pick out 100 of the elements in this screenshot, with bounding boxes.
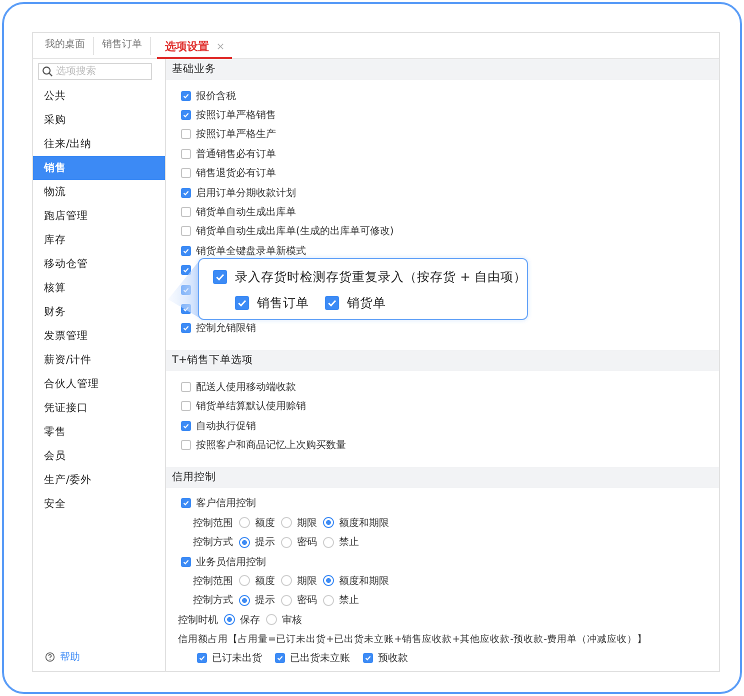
radio-label: 密码 <box>297 594 317 608</box>
option-label: 销售订单 <box>257 294 309 312</box>
sidebar-item[interactable]: 生产/委外 <box>33 468 165 492</box>
checkbox[interactable] <box>181 498 191 508</box>
option-label: 已出货未立账 <box>290 652 350 666</box>
checkbox[interactable] <box>181 148 191 159</box>
radio-label: 审核 <box>282 614 302 627</box>
radio-label: 期限 <box>297 574 317 588</box>
option-label: 按照订单严格生产 <box>196 128 276 142</box>
option-label: 按照订单严格销售 <box>196 108 276 122</box>
radio-button[interactable] <box>239 575 250 586</box>
sidebar-item[interactable]: 公共 <box>33 84 165 108</box>
radio-button[interactable] <box>323 594 334 606</box>
sidebar-item[interactable]: 移动仓管 <box>33 252 165 276</box>
radio-label: 保存 <box>240 614 260 627</box>
radio-button[interactable] <box>281 517 292 528</box>
option-label: 控制方式 <box>193 536 233 550</box>
sidebar-item[interactable]: 薪资/计件 <box>33 348 165 372</box>
tab[interactable]: 销售订单 <box>94 37 151 55</box>
checkbox[interactable] <box>181 110 191 120</box>
radio-button[interactable] <box>281 536 292 548</box>
section-header: 基础业务 <box>166 59 719 80</box>
option-label: 控制范围 <box>193 516 233 530</box>
option-label: 控制方式 <box>193 594 233 608</box>
option-label: 自动执行促销 <box>196 420 256 433</box>
radio-label: 禁止 <box>339 594 359 608</box>
radio-label: 额度和期限 <box>339 516 389 530</box>
sidebar-item[interactable]: 物流 <box>33 180 165 204</box>
option-label: 启用订单分期收款计划 <box>196 186 296 200</box>
radio-button[interactable] <box>224 614 235 626</box>
option-label: 控制范围 <box>193 574 233 588</box>
checkbox[interactable] <box>213 270 227 284</box>
option-label: 控制允销限销 <box>196 322 256 336</box>
option-label: 配送人使用移动端收款 <box>196 380 296 394</box>
sidebar-item[interactable]: 发票管理 <box>33 324 165 348</box>
checkbox[interactable] <box>181 401 191 412</box>
option-label: 销货单全键盘录单新模式 <box>196 244 306 258</box>
checkbox[interactable] <box>181 420 191 431</box>
sidebar-item[interactable]: 财务 <box>33 300 165 324</box>
option-label: 报价含税 <box>196 90 236 103</box>
checkbox[interactable] <box>181 168 191 178</box>
checkmark-icon <box>236 297 248 309</box>
sidebar-item[interactable]: 会员 <box>33 444 165 468</box>
radio-button[interactable] <box>323 575 334 586</box>
option-label: 已订未出货 <box>212 652 262 666</box>
checkbox[interactable] <box>181 382 191 392</box>
checkbox[interactable] <box>181 440 191 450</box>
radio-label: 提示 <box>255 594 275 608</box>
checkbox[interactable] <box>325 296 339 310</box>
option-label: 普通销售必有订单 <box>196 148 276 161</box>
option-label: 销货单自动生成出库单 <box>196 206 296 220</box>
radio-label: 额度 <box>255 516 275 530</box>
checkmark-icon <box>326 297 338 309</box>
checkbox[interactable] <box>197 653 207 664</box>
sidebar-item[interactable]: 往来/出纳 <box>33 132 165 156</box>
option-label: 预收款 <box>378 652 408 666</box>
checkbox[interactable] <box>181 207 191 218</box>
checkbox[interactable] <box>363 653 373 664</box>
sidebar-item[interactable]: 采购 <box>33 108 165 132</box>
checkbox[interactable] <box>181 90 191 101</box>
sidebar-item[interactable]: 凭证接口 <box>33 396 165 420</box>
help-icon <box>45 652 55 662</box>
section-header: 信用控制 <box>166 466 719 488</box>
option-label: 按照客户和商品记忆上次购买数量 <box>196 438 346 452</box>
tab[interactable]: 我的桌面 <box>37 37 94 55</box>
sidebar-item[interactable]: 跑店管理 <box>33 204 165 228</box>
option-label: 销货单结算默认使用赊销 <box>196 400 306 414</box>
sidebar-item[interactable]: 合伙人管理 <box>33 372 165 396</box>
radio-label: 禁止 <box>339 536 359 550</box>
radio-label: 额度 <box>255 574 275 588</box>
checkbox[interactable] <box>181 556 191 566</box>
radio-label: 期限 <box>297 516 317 530</box>
radio-button[interactable] <box>266 614 277 626</box>
checkbox[interactable] <box>275 653 285 664</box>
checkbox[interactable] <box>181 265 191 276</box>
sidebar-item[interactable]: 核算 <box>33 276 165 300</box>
radio-button[interactable] <box>239 536 250 548</box>
note-text: 信用额占用【占用量=已订未出货+已出货未立账+销售应收款+其他应收款-预收款-费用单（冲减应收）】 <box>178 632 648 646</box>
radio-button[interactable] <box>323 536 334 548</box>
checkbox[interactable] <box>181 226 191 236</box>
radio-label: 额度和期限 <box>339 574 389 588</box>
option-label: 销货单 <box>347 294 386 312</box>
radio-button[interactable] <box>323 517 334 528</box>
checkbox[interactable] <box>235 296 249 310</box>
checkbox[interactable] <box>181 323 191 334</box>
checkbox[interactable] <box>181 246 191 256</box>
radio-button[interactable] <box>281 594 292 606</box>
radio-label: 提示 <box>255 536 275 550</box>
radio-button[interactable] <box>281 575 292 586</box>
sidebar-item[interactable]: 安全 <box>33 492 165 516</box>
radio-button[interactable] <box>239 517 250 528</box>
option-label: 业务员信用控制 <box>196 556 266 568</box>
checkbox[interactable] <box>181 188 191 198</box>
sidebar-item[interactable]: 零售 <box>33 420 165 444</box>
close-icon[interactable] <box>217 43 224 50</box>
radio-button[interactable] <box>239 594 250 606</box>
checkbox[interactable] <box>181 129 191 140</box>
search-field[interactable]: 选项搜索 <box>38 63 152 80</box>
option-label: 客户信用控制 <box>196 496 256 510</box>
sidebar-item[interactable]: 库存 <box>33 228 165 252</box>
